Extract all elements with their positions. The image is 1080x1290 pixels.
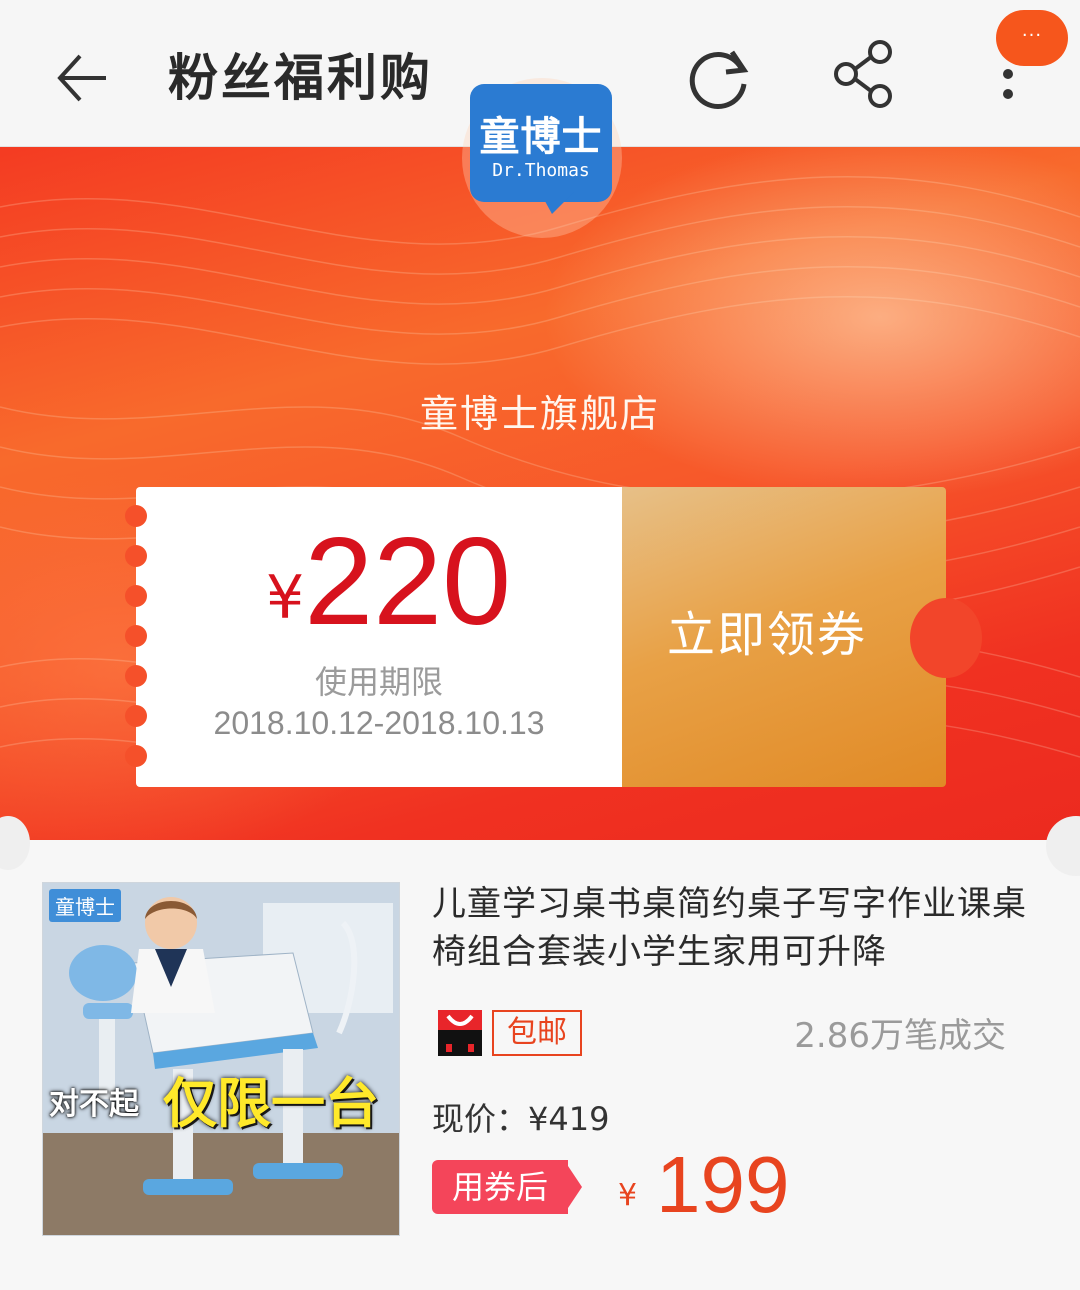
final-price: 199	[656, 1140, 790, 1229]
coupon-amount: ¥220	[266, 507, 606, 657]
logo-text-cn: 童博士	[479, 114, 603, 160]
coupon-notch	[910, 598, 982, 678]
coupon-value-panel: ¥220 使用期限 2018.10.12-2018.10.13	[136, 487, 622, 787]
coupon-scallop	[125, 665, 147, 687]
share-icon[interactable]	[828, 38, 902, 112]
coupon-value: 220	[304, 513, 512, 651]
after-coupon-tag: 用券后	[432, 1160, 568, 1214]
coupon-scallop	[125, 585, 147, 607]
product-image[interactable]: 童博士 对不起 仅限一台	[42, 882, 400, 1236]
page-title: 粉丝福利购	[168, 49, 433, 107]
coupon-scallop	[125, 545, 147, 567]
claim-coupon-label: 立即领券	[666, 607, 867, 663]
image-brand-label: 童博士	[49, 889, 121, 922]
product-title[interactable]: 儿童学习桌书桌简约桌子写字作业课桌椅组合套装小学生家用可升降	[432, 880, 1032, 976]
current-price: 现价：¥419	[432, 1100, 610, 1138]
refresh-icon[interactable]	[682, 40, 756, 114]
final-price-currency: ¥	[618, 1178, 638, 1213]
coupon-scallop	[125, 505, 147, 527]
coupon-scallop	[125, 625, 147, 647]
more-badge[interactable]: ···	[996, 10, 1068, 66]
coupon-validity-label: 使用期限	[314, 663, 443, 701]
sales-count: 2.86万笔成交	[794, 1016, 1006, 1056]
coupon-currency: ¥	[266, 563, 305, 633]
free-shipping-badge: 包邮	[492, 1010, 582, 1056]
back-arrow-icon[interactable]	[50, 46, 114, 110]
claim-coupon-button[interactable]: 立即领券	[622, 487, 946, 787]
store-name[interactable]: 童博士旗舰店	[0, 383, 1080, 438]
logo-speech-tail	[540, 192, 574, 214]
image-overlay-small: 对不起	[49, 1087, 139, 1122]
image-overlay-big: 仅限一台	[163, 1072, 379, 1135]
after-coupon-tag-arrow	[568, 1166, 582, 1208]
logo-text-en: Dr.Thomas	[492, 160, 590, 181]
tmall-icon	[438, 1010, 482, 1056]
coupon-scallop	[125, 705, 147, 727]
coupon-validity-dates: 2018.10.12-2018.10.13	[213, 705, 545, 741]
coupon-scallop	[125, 745, 147, 767]
